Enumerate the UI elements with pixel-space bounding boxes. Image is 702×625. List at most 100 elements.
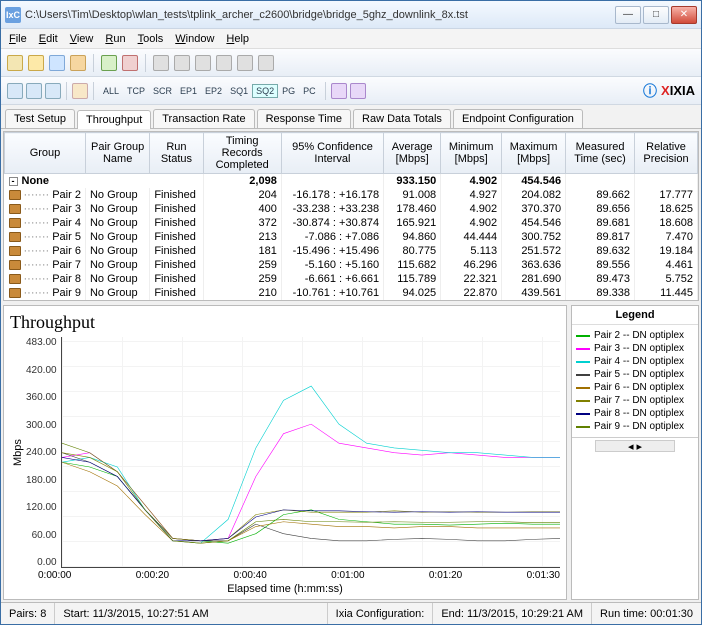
toolbar-protocols: ALLTCPSCREP1EP2SQ1SQ2PGPC ⓘ XIXIA: [1, 77, 701, 105]
col-header[interactable]: Pair Group Name: [85, 133, 149, 174]
app-window: IxC C:\Users\Tim\Desktop\wlan_tests\tpli…: [0, 0, 702, 625]
col-header[interactable]: Maximum [Mbps]: [502, 133, 566, 174]
proto-sq1[interactable]: SQ1: [226, 84, 252, 98]
table-row[interactable]: ······· Pair 6No GroupFinished181-15.496…: [5, 244, 698, 258]
col-header[interactable]: Group: [5, 133, 86, 174]
minimize-button[interactable]: —: [615, 6, 641, 24]
stop-icon[interactable]: [122, 55, 138, 71]
maximize-button[interactable]: □: [643, 6, 669, 24]
print-icon[interactable]: [70, 55, 86, 71]
chart-title: Throughput: [10, 312, 560, 333]
swap-icon[interactable]: [258, 55, 274, 71]
open-icon[interactable]: [28, 55, 44, 71]
legend-item[interactable]: Pair 4 -- DN optiplex: [576, 355, 694, 368]
status-config: Ixia Configuration:: [328, 603, 434, 624]
status-start: Start: 11/3/2015, 10:27:51 AM: [55, 603, 327, 624]
menu-help[interactable]: Help: [226, 33, 249, 45]
series-line: [62, 424, 560, 541]
table-row[interactable]: ······· Pair 2No GroupFinished204-16.178…: [5, 188, 698, 202]
table-row[interactable]: ······· Pair 7No GroupFinished259-5.160 …: [5, 258, 698, 272]
legend-item[interactable]: Pair 9 -- DN optiplex: [576, 420, 694, 433]
status-end: End: 11/3/2015, 10:29:21 AM: [433, 603, 592, 624]
menu-tools[interactable]: Tools: [138, 33, 164, 45]
table-row[interactable]: ······· Pair 4No GroupFinished372-30.874…: [5, 216, 698, 230]
app-icon: IxC: [5, 7, 21, 23]
table-row[interactable]: ······· Pair 8No GroupFinished259-6.661 …: [5, 272, 698, 286]
poll-icon[interactable]: [72, 83, 88, 99]
new-icon[interactable]: [7, 55, 23, 71]
legend-item[interactable]: Pair 6 -- DN optiplex: [576, 381, 694, 394]
legend-item[interactable]: Pair 8 -- DN optiplex: [576, 407, 694, 420]
menu-window[interactable]: Window: [175, 33, 214, 45]
table-icon[interactable]: [26, 83, 42, 99]
tabstrip: Test SetupThroughputTransaction RateResp…: [1, 105, 701, 129]
col-header[interactable]: Minimum [Mbps]: [441, 133, 502, 174]
tab-endpoint-configuration[interactable]: Endpoint Configuration: [453, 109, 583, 128]
legend-item[interactable]: Pair 2 -- DN optiplex: [576, 329, 694, 342]
y-axis-ticks: 483.00420.00360.00300.00240.00180.00120.…: [26, 337, 61, 568]
menu-view[interactable]: View: [70, 33, 94, 45]
legend-title: Legend: [572, 306, 698, 325]
proto-scr[interactable]: SCR: [149, 84, 176, 98]
save-icon[interactable]: [49, 55, 65, 71]
status-bar: Pairs: 8 Start: 11/3/2015, 10:27:51 AM I…: [1, 602, 701, 624]
y-axis-label: Mbps: [10, 337, 26, 568]
series-line: [62, 462, 560, 543]
x-axis-ticks: 0:00:000:00:200:00:400:01:000:01:200:01:…: [10, 568, 560, 581]
proto-all[interactable]: ALL: [99, 84, 123, 98]
proto-pc[interactable]: PC: [299, 84, 320, 98]
clone-icon[interactable]: [216, 55, 232, 71]
col-header[interactable]: 95% Confidence Interval: [281, 133, 383, 174]
copy-icon[interactable]: [153, 55, 169, 71]
proto-tcp[interactable]: TCP: [123, 84, 149, 98]
tab-transaction-rate[interactable]: Transaction Rate: [153, 109, 254, 128]
tab-response-time[interactable]: Response Time: [257, 109, 351, 128]
series-line: [62, 462, 560, 543]
series-line: [62, 386, 560, 543]
info-icon[interactable]: ⓘ: [643, 81, 657, 101]
tab-raw-data-totals[interactable]: Raw Data Totals: [353, 109, 451, 128]
proto-ep1[interactable]: EP1: [176, 84, 201, 98]
toolbar-main: [1, 49, 701, 77]
plot-area[interactable]: [61, 337, 560, 568]
cut-icon[interactable]: [195, 55, 211, 71]
menu-file[interactable]: File: [9, 33, 27, 45]
paste-icon[interactable]: [174, 55, 190, 71]
menu-edit[interactable]: Edit: [39, 33, 58, 45]
chart-panel: Throughput Mbps 483.00420.00360.00300.00…: [3, 305, 567, 600]
x-axis-label: Elapsed time (h:mm:ss): [10, 581, 560, 595]
col-header[interactable]: Run Status: [150, 133, 203, 174]
chart-icon[interactable]: [7, 83, 23, 99]
tab-test-setup[interactable]: Test Setup: [5, 109, 75, 128]
data-grid: GroupPair Group NameRun StatusTiming Rec…: [3, 131, 699, 301]
legend-scrollbar[interactable]: ◂ ▸: [595, 440, 675, 452]
proto-ep2[interactable]: EP2: [201, 84, 226, 98]
status-pairs: Pairs: 8: [1, 603, 55, 624]
tab-throughput[interactable]: Throughput: [77, 110, 151, 129]
close-button[interactable]: ✕: [671, 6, 697, 24]
menubar: File Edit View Run Tools Window Help: [1, 29, 701, 49]
col-header[interactable]: Average [Mbps]: [384, 133, 441, 174]
status-runtime: Run time: 00:01:30: [592, 603, 701, 624]
proto-sq2[interactable]: SQ2: [252, 84, 278, 98]
run-icon[interactable]: [101, 55, 117, 71]
editpair-icon[interactable]: [237, 55, 253, 71]
total-row[interactable]: -None2,098933.1504.902454.546: [5, 174, 698, 189]
legend-item[interactable]: Pair 5 -- DN optiplex: [576, 368, 694, 381]
chart3-icon[interactable]: [350, 83, 366, 99]
table-row[interactable]: ······· Pair 9No GroupFinished210-10.761…: [5, 286, 698, 300]
legend-item[interactable]: Pair 3 -- DN optiplex: [576, 342, 694, 355]
series-line: [62, 457, 560, 540]
export-icon[interactable]: [45, 83, 61, 99]
menu-run[interactable]: Run: [105, 33, 125, 45]
chart2-icon[interactable]: [331, 83, 347, 99]
legend-panel: Legend Pair 2 -- DN optiplexPair 3 -- DN…: [571, 305, 699, 600]
table-row[interactable]: ······· Pair 5No GroupFinished213-7.086 …: [5, 230, 698, 244]
col-header[interactable]: Relative Precision: [635, 133, 698, 174]
col-header[interactable]: Measured Time (sec): [566, 133, 635, 174]
proto-pg[interactable]: PG: [278, 84, 299, 98]
col-header[interactable]: Timing Records Completed: [203, 133, 281, 174]
table-row[interactable]: ······· Pair 3No GroupFinished400-33.238…: [5, 202, 698, 216]
legend-item[interactable]: Pair 7 -- DN optiplex: [576, 394, 694, 407]
brand-logo: ⓘ XIXIA: [643, 81, 695, 101]
